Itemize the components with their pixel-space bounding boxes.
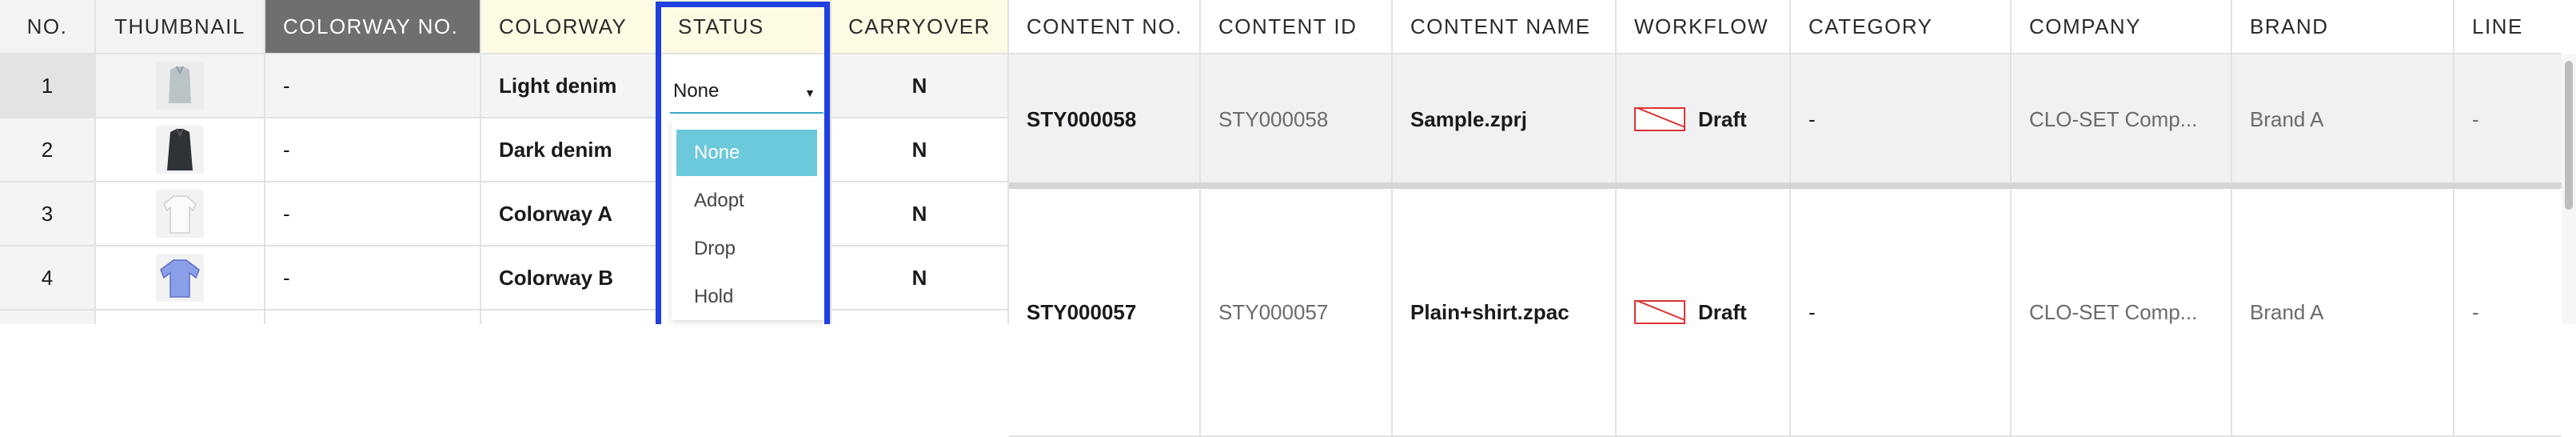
header-colorway[interactable]: COLORWAY bbox=[481, 0, 660, 54]
colorway-no-cell-partial bbox=[265, 311, 481, 324]
thumbnail-cell-partial bbox=[96, 311, 265, 324]
category-cell[interactable]: - bbox=[1791, 54, 2012, 186]
content-no-cell[interactable]: STY000058 bbox=[1009, 54, 1201, 186]
company-cell[interactable]: CLO-SET Comp... bbox=[2012, 189, 2232, 437]
colorway-name-cell[interactable]: Light denim bbox=[481, 54, 660, 118]
workflow-cell[interactable]: Draft bbox=[1617, 54, 1791, 186]
content-id-cell[interactable]: STY000057 bbox=[1201, 189, 1393, 437]
header-brand[interactable]: BRAND bbox=[2232, 0, 2454, 54]
line-cell[interactable]: - bbox=[2454, 54, 2562, 186]
header-category[interactable]: CATEGORY bbox=[1791, 0, 2012, 54]
header-colorway-no[interactable]: COLORWAY NO. bbox=[265, 0, 481, 54]
scrollbar-thumb[interactable] bbox=[2565, 61, 2573, 210]
carryover-cell-partial bbox=[831, 311, 1009, 324]
colorway-no-cell[interactable]: - bbox=[265, 54, 481, 118]
dark-denim-garment-icon bbox=[156, 126, 204, 174]
header-company[interactable]: COMPANY bbox=[2012, 0, 2232, 54]
content-no-cell[interactable]: STY000057 bbox=[1009, 189, 1201, 437]
workflow-label: Draft bbox=[1698, 299, 1747, 324]
row-number: 3 bbox=[0, 182, 96, 247]
header-content-id[interactable]: CONTENT ID bbox=[1201, 0, 1393, 54]
content-name-cell[interactable]: Plain+shirt.zpac bbox=[1393, 189, 1617, 437]
header-content-name[interactable]: CONTENT NAME bbox=[1393, 0, 1617, 54]
white-shirt-icon bbox=[156, 190, 204, 238]
row-group-divider bbox=[1009, 182, 2576, 189]
header-workflow[interactable]: WORKFLOW bbox=[1617, 0, 1791, 54]
header-content-no[interactable]: CONTENT NO. bbox=[1009, 0, 1201, 54]
workflow-label: Draft bbox=[1698, 106, 1747, 131]
colorway-name-cell[interactable]: Colorway B bbox=[481, 247, 660, 311]
colorway-no-cell[interactable]: - bbox=[265, 247, 481, 311]
blue-shirt-icon bbox=[156, 254, 204, 302]
carryover-cell[interactable]: N bbox=[831, 118, 1009, 182]
row-number: 4 bbox=[0, 247, 96, 311]
header-thumbnail[interactable]: THUMBNAIL bbox=[96, 0, 265, 54]
thumbnail-cell[interactable] bbox=[96, 54, 265, 118]
line-cell[interactable]: - bbox=[2454, 189, 2562, 437]
status-column-highlight bbox=[656, 2, 830, 324]
row-number-partial bbox=[0, 311, 96, 324]
content-id-cell[interactable]: STY000058 bbox=[1201, 54, 1393, 186]
category-cell[interactable]: - bbox=[1791, 189, 2012, 437]
colorway-no-cell[interactable]: - bbox=[265, 182, 481, 247]
thumbnail-cell[interactable] bbox=[96, 118, 265, 182]
colorway-name-cell[interactable]: Dark denim bbox=[481, 118, 660, 182]
header-carryover[interactable]: CARRYOVER bbox=[831, 0, 1009, 54]
workflow-cell[interactable]: Draft bbox=[1617, 189, 1791, 437]
header-no[interactable]: NO. bbox=[0, 0, 96, 54]
light-denim-garment-icon bbox=[156, 62, 204, 110]
thumbnail-cell[interactable] bbox=[96, 247, 265, 311]
colorway-no-cell[interactable]: - bbox=[265, 118, 481, 182]
row-number: 1 bbox=[0, 54, 96, 118]
carryover-cell[interactable]: N bbox=[831, 247, 1009, 311]
vertical-scrollbar[interactable] bbox=[2562, 54, 2576, 324]
carryover-cell[interactable]: N bbox=[831, 182, 1009, 247]
header-line[interactable]: LINE bbox=[2454, 0, 2562, 54]
brand-cell[interactable]: Brand A bbox=[2232, 54, 2454, 186]
workflow-flag-icon bbox=[1634, 300, 1685, 324]
row-number: 2 bbox=[0, 118, 96, 182]
colorway-name-cell-partial bbox=[481, 311, 660, 324]
workflow-flag-icon bbox=[1634, 107, 1685, 131]
content-name-cell[interactable]: Sample.zprj bbox=[1393, 54, 1617, 186]
brand-cell[interactable]: Brand A bbox=[2232, 189, 2454, 437]
colorway-name-cell[interactable]: Colorway A bbox=[481, 182, 660, 247]
thumbnail-cell[interactable] bbox=[96, 182, 265, 247]
company-cell[interactable]: CLO-SET Comp... bbox=[2012, 54, 2232, 186]
carryover-cell[interactable]: N bbox=[831, 54, 1009, 118]
